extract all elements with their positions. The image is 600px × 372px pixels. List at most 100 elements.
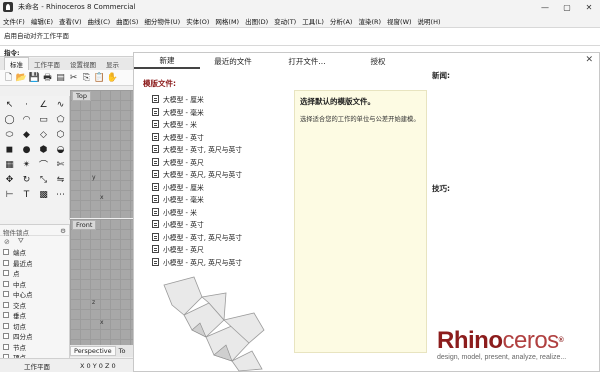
template-item[interactable]: 小模型 - 英尺, 英尺与英寸: [152, 256, 242, 269]
osnap-item[interactable]: 中心点: [0, 289, 69, 300]
menu-dimension[interactable]: 出图(D): [245, 16, 268, 26]
text-icon[interactable]: T: [19, 188, 34, 201]
template-item[interactable]: 大模型 - 英寸: [152, 131, 242, 144]
paste-icon[interactable]: 📋: [94, 72, 105, 83]
open-folder-icon[interactable]: 📂: [16, 72, 27, 83]
menu-transform[interactable]: 变动(T): [274, 16, 296, 26]
template-item[interactable]: 大模型 - 英尺, 英尺与英寸: [152, 168, 242, 181]
template-item[interactable]: 大模型 - 英寸, 英尺与英寸: [152, 143, 242, 156]
boolean-icon[interactable]: ◒: [53, 143, 68, 156]
template-item[interactable]: 小模型 - 米: [152, 206, 242, 219]
surface-icon[interactable]: ◆: [19, 128, 34, 141]
osnap-item[interactable]: 中点: [0, 279, 69, 290]
sweep-icon[interactable]: ⬡: [53, 128, 68, 141]
polygon-icon[interactable]: ⬠: [53, 113, 68, 126]
rectangle-icon[interactable]: ▭: [36, 113, 51, 126]
template-item[interactable]: 小模型 - 厘米: [152, 181, 242, 194]
osnap-item[interactable]: 切点: [0, 321, 69, 332]
template-item[interactable]: 大模型 - 米: [152, 118, 242, 131]
tab-cplanes[interactable]: 工作平面: [29, 58, 65, 70]
curve-icon[interactable]: ∿: [53, 98, 68, 111]
properties-icon[interactable]: ▤: [55, 72, 66, 83]
pan-icon[interactable]: ✋: [107, 72, 118, 83]
tab-set-view[interactable]: 设置视图: [65, 58, 101, 70]
fillet-icon[interactable]: ⌒: [36, 158, 51, 171]
disable-osnap-icon[interactable]: ⊘: [4, 238, 10, 246]
menu-window[interactable]: 视窗(W): [387, 16, 412, 26]
ellipse-icon[interactable]: ⬭: [2, 128, 17, 141]
box-icon[interactable]: ◼: [2, 143, 17, 156]
checkbox[interactable]: [3, 343, 9, 350]
more-tools-icon[interactable]: ⋯: [53, 188, 68, 201]
template-item[interactable]: 小模型 - 毫米: [152, 193, 242, 206]
loft-icon[interactable]: ◇: [36, 128, 51, 141]
osnap-item[interactable]: 垂点: [0, 310, 69, 321]
tab-display[interactable]: 显示: [101, 58, 124, 70]
select-arrow-icon[interactable]: ↖: [2, 98, 17, 111]
extrude-icon[interactable]: ⬢: [36, 143, 51, 156]
checkbox[interactable]: [3, 259, 9, 266]
mirror-icon[interactable]: ⇋: [53, 173, 68, 186]
trim-icon[interactable]: ✄: [53, 158, 68, 171]
checkbox[interactable]: [3, 270, 9, 277]
viewport-front[interactable]: Front z x: [70, 219, 138, 345]
osnap-item[interactable]: 点: [0, 268, 69, 279]
dimension-icon[interactable]: ⊢: [2, 188, 17, 201]
checkbox[interactable]: [3, 249, 9, 256]
menu-edit[interactable]: 编辑(E): [31, 16, 53, 26]
osnap-item[interactable]: 节点: [0, 342, 69, 353]
new-file-icon[interactable]: 🗋: [3, 72, 14, 83]
menu-subd[interactable]: 细分物件(U): [144, 16, 180, 26]
template-item[interactable]: 大模型 - 英尺: [152, 156, 242, 169]
menu-analyze[interactable]: 分析(A): [330, 16, 353, 26]
circle-icon[interactable]: ◯: [2, 113, 17, 126]
explode-icon[interactable]: ✴: [19, 158, 34, 171]
viewport-top-label[interactable]: Top: [72, 91, 91, 101]
template-item[interactable]: 小模型 - 英尺: [152, 243, 242, 256]
osnap-item[interactable]: 交点: [0, 300, 69, 311]
point-icon[interactable]: ·: [19, 98, 34, 111]
polyline-icon[interactable]: ∠: [36, 98, 51, 111]
osnap-item[interactable]: 最近点: [0, 258, 69, 269]
checkbox[interactable]: [3, 333, 9, 340]
template-item[interactable]: 小模型 - 英寸: [152, 218, 242, 231]
close-icon[interactable]: ✕: [585, 55, 593, 65]
scale-icon[interactable]: ⤡: [36, 173, 51, 186]
checkbox[interactable]: [3, 312, 9, 319]
checkbox[interactable]: [3, 280, 9, 287]
filter-icon[interactable]: ⛛: [18, 237, 24, 246]
move-icon[interactable]: ✥: [2, 173, 17, 186]
menu-render[interactable]: 渲染(R): [358, 16, 381, 26]
copy-icon[interactable]: ⎘: [81, 72, 92, 83]
cut-icon[interactable]: ✂: [68, 72, 79, 83]
tab-license[interactable]: 授权: [348, 53, 408, 69]
checkbox[interactable]: [3, 322, 9, 329]
mesh-icon[interactable]: ▦: [2, 158, 17, 171]
menu-help[interactable]: 说明(H): [418, 16, 441, 26]
rotate-icon[interactable]: ↻: [19, 173, 34, 186]
tab-top[interactable]: To: [116, 347, 129, 355]
checkbox[interactable]: [3, 291, 9, 298]
osnap-item[interactable]: 四分点: [0, 331, 69, 342]
viewport-front-label[interactable]: Front: [72, 220, 97, 230]
arc-icon[interactable]: ◠: [19, 113, 34, 126]
template-item[interactable]: 小模型 - 英寸, 英尺与英寸: [152, 231, 242, 244]
tab-open-file[interactable]: 打开文件...: [266, 53, 348, 69]
menu-curve[interactable]: 曲线(C): [88, 16, 111, 26]
grid-icon[interactable]: ▩: [36, 188, 51, 201]
minimize-button[interactable]: —: [534, 0, 556, 14]
close-button[interactable]: ✕: [578, 0, 600, 14]
sphere-icon[interactable]: ●: [19, 143, 34, 156]
tab-perspective[interactable]: Perspective: [70, 346, 116, 356]
template-item[interactable]: 大模型 - 厘米: [152, 93, 242, 106]
tab-new[interactable]: 新建: [134, 53, 200, 69]
menu-mesh[interactable]: 网格(M): [215, 16, 239, 26]
tab-recent-files[interactable]: 最近的文件: [200, 53, 266, 69]
osnap-gear-icon[interactable]: ⚙: [60, 227, 66, 235]
checkbox[interactable]: [3, 301, 9, 308]
print-icon[interactable]: 🖶: [42, 72, 53, 83]
save-icon[interactable]: 💾: [29, 72, 40, 83]
menu-tools[interactable]: 工具(L): [302, 16, 324, 26]
menu-solid[interactable]: 实体(O): [186, 16, 209, 26]
osnap-item[interactable]: 端点: [0, 247, 69, 258]
